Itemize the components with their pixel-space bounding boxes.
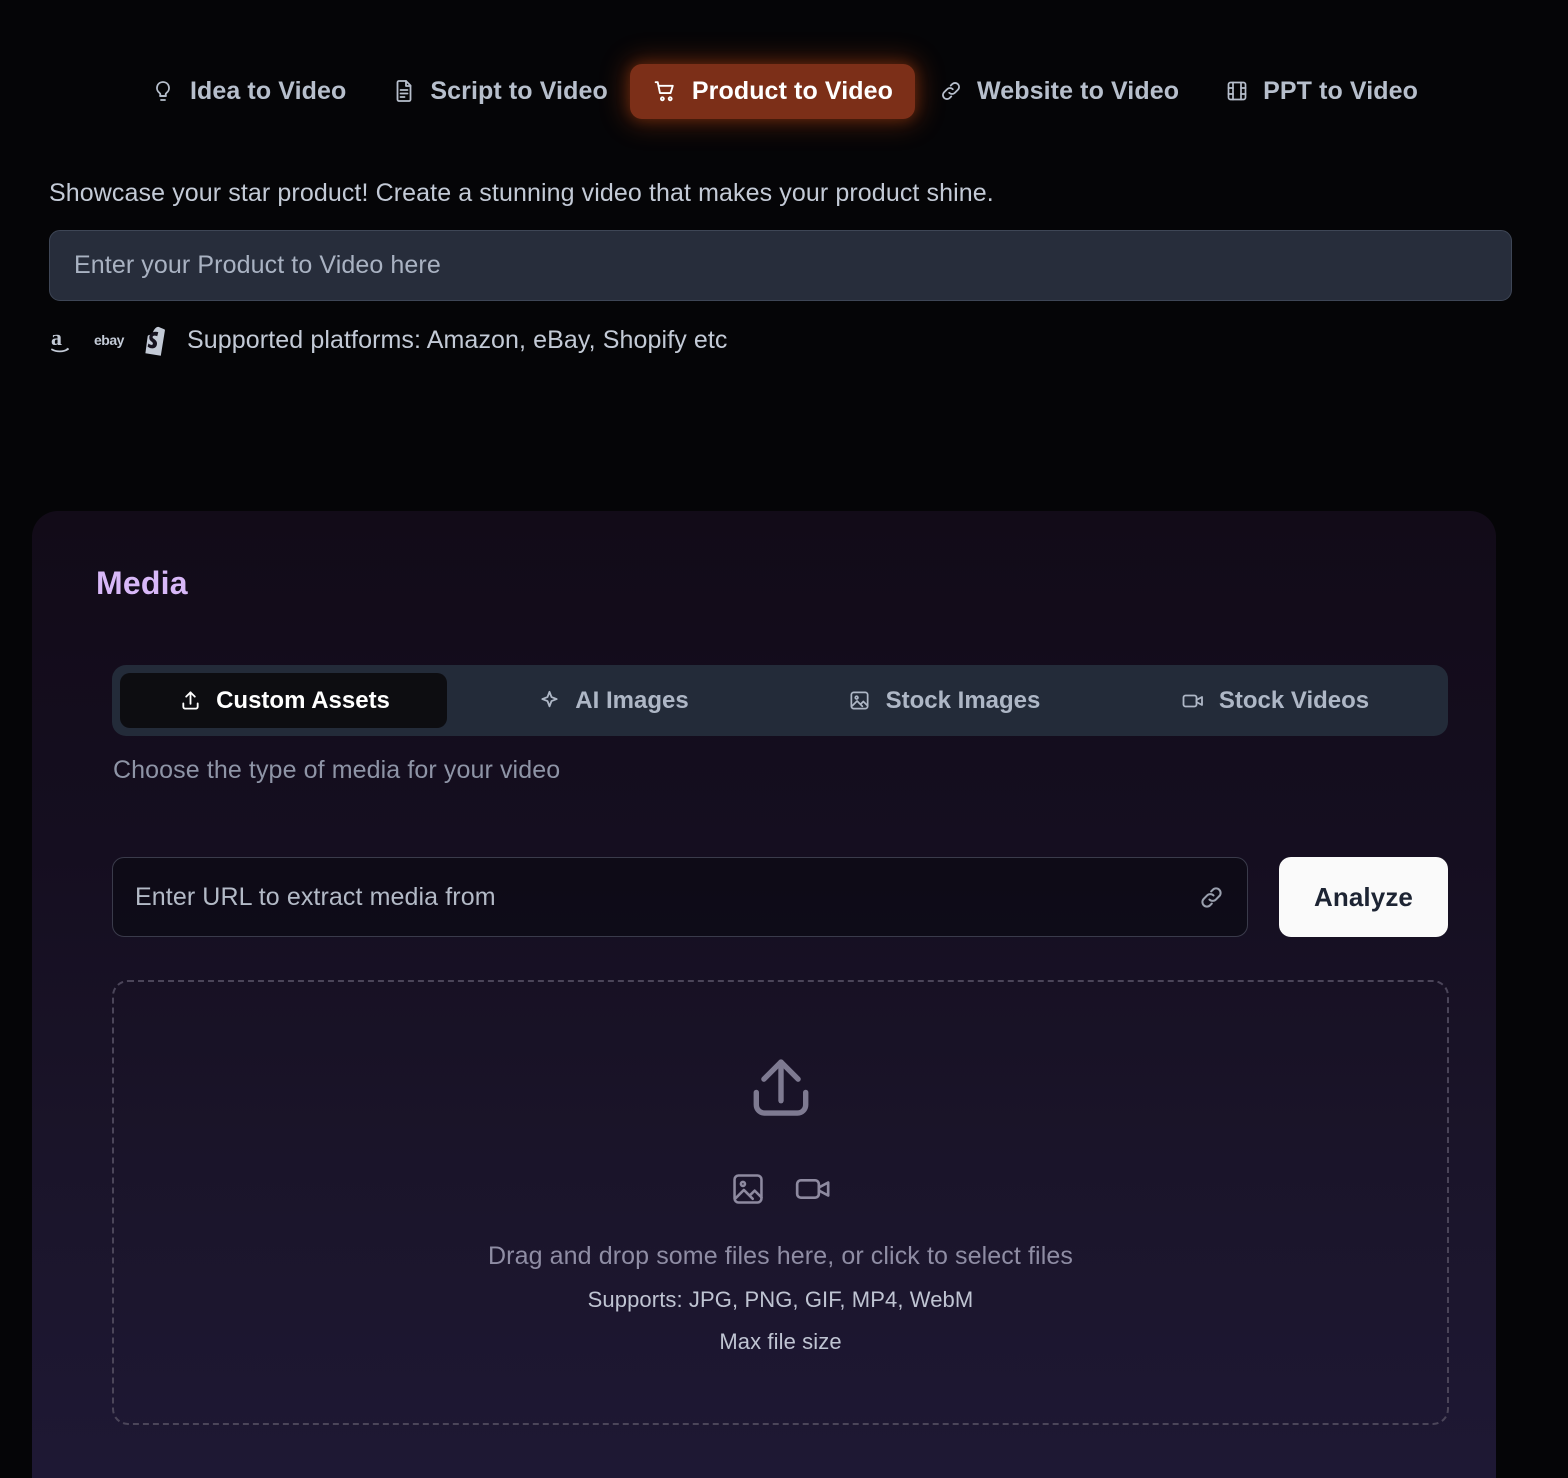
video-camera-icon [793, 1169, 833, 1214]
tab-label: Script to Video [430, 76, 608, 105]
media-url-input[interactable]: Enter URL to extract media from [112, 857, 1248, 937]
shopping-cart-icon [652, 78, 679, 105]
upload-icon [743, 1050, 819, 1131]
mode-tab-bar: Idea to Video Script to Video Product to… [0, 58, 1568, 124]
image-icon [847, 688, 873, 714]
video-camera-icon [1180, 688, 1206, 714]
media-type-tab-bar: Custom Assets AI Images Stock Images Sto… [112, 665, 1448, 736]
hero-subtitle: Showcase your star product! Create a stu… [49, 179, 994, 207]
tab-label: Idea to Video [189, 76, 347, 105]
sparkle-icon [536, 688, 562, 714]
dropzone-media-type-icons [729, 1169, 833, 1214]
dropzone-max-size-text: Max file size [719, 1329, 842, 1354]
tab-product-to-video[interactable]: Product to Video [629, 63, 915, 119]
upload-icon [177, 688, 203, 714]
supported-platforms: a ebay Supported platforms: Amazon, eBay… [49, 322, 728, 358]
product-url-placeholder: Enter your Product to Video here [74, 251, 441, 279]
document-icon [390, 78, 417, 105]
media-url-row: Enter URL to extract media from Analyze [112, 857, 1448, 937]
tab-script-to-video[interactable]: Script to Video [368, 64, 629, 119]
product-url-input[interactable]: Enter your Product to Video here [49, 230, 1512, 301]
link-icon [937, 78, 964, 105]
media-type-hint: Choose the type of media for your video [113, 756, 561, 784]
tab-idea-to-video[interactable]: Idea to Video [128, 64, 368, 119]
media-tab-stock-images[interactable]: Stock Images [778, 673, 1109, 728]
amazon-icon: a [49, 324, 83, 356]
tab-website-to-video[interactable]: Website to Video [915, 64, 1201, 119]
media-tab-label: Stock Images [885, 686, 1041, 714]
svg-text:ebay: ebay [94, 332, 125, 348]
media-panel: Media Custom Assets AI Images Stock Imag… [32, 511, 1496, 1478]
supported-platforms-label: Supported platforms: Amazon, eBay, Shopi… [187, 325, 728, 354]
dropzone-main-text: Drag and drop some files here, or click … [488, 1242, 1073, 1270]
media-panel-title: Media [96, 565, 188, 601]
file-dropzone[interactable]: Drag and drop some files here, or click … [112, 980, 1449, 1425]
lightbulb-icon [150, 78, 177, 105]
app-root: Idea to Video Script to Video Product to… [0, 0, 1568, 1478]
svg-text:a: a [51, 325, 62, 350]
dropzone-supports-text: Supports: JPG, PNG, GIF, MP4, WebM [587, 1287, 974, 1312]
film-strip-icon [1223, 78, 1250, 105]
analyze-button[interactable]: Analyze [1279, 857, 1448, 937]
tab-label: Product to Video [691, 76, 893, 105]
media-tab-custom-assets[interactable]: Custom Assets [120, 673, 447, 728]
tab-ppt-to-video[interactable]: PPT to Video [1201, 64, 1440, 119]
image-icon [729, 1170, 767, 1213]
media-tab-ai-images[interactable]: AI Images [447, 673, 778, 728]
link-icon [1198, 884, 1225, 911]
tab-label: PPT to Video [1263, 76, 1419, 105]
media-tab-label: AI Images [575, 686, 689, 714]
media-tab-stock-videos[interactable]: Stock Videos [1109, 673, 1440, 728]
media-tab-label: Custom Assets [216, 686, 390, 714]
media-tab-label: Stock Videos [1218, 686, 1370, 714]
tab-label: Website to Video [977, 76, 1180, 105]
ebay-icon: ebay [93, 325, 135, 355]
shopify-icon [143, 323, 171, 357]
media-url-placeholder: Enter URL to extract media from [135, 882, 496, 911]
